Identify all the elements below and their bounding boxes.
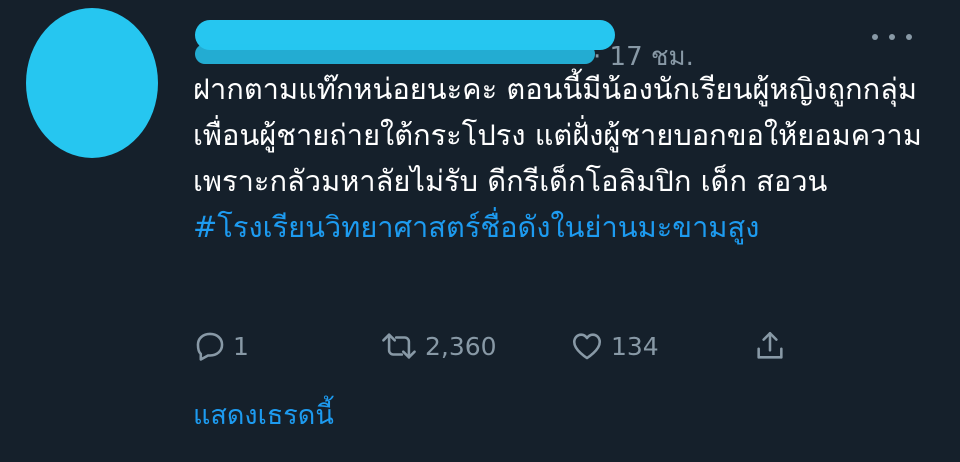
avatar-redacted[interactable] <box>26 8 158 158</box>
retweet-count: 2,360 <box>425 331 497 361</box>
retweet-button[interactable]: 2,360 <box>379 326 497 366</box>
tweet-body: ฝากตามแท๊กหน่อยนะคะ ตอนนี้มีน้องนักเรียน… <box>193 72 922 198</box>
share-button[interactable] <box>753 326 787 366</box>
like-button[interactable]: 134 <box>569 326 659 366</box>
more-icon[interactable] <box>872 30 912 44</box>
like-count: 134 <box>611 331 659 361</box>
hashtag-link[interactable]: #โรงเรียนวิทยาศาสตร์ชื่อดังในย่านมะขามสู… <box>193 210 759 244</box>
tweet-header: · 17 ชม. <box>195 20 755 72</box>
retweet-icon <box>379 329 419 363</box>
show-thread-link[interactable]: แสดงเธรดนี้ <box>193 393 334 436</box>
share-icon <box>753 329 787 363</box>
handle-redacted <box>195 44 595 64</box>
tweet-text: ฝากตามแท๊กหน่อยนะคะ ตอนนี้มีน้องนักเรียน… <box>193 66 933 250</box>
like-icon <box>569 329 605 363</box>
reply-icon <box>193 329 227 363</box>
tweet-actions: 1 2,360 134 <box>193 326 813 366</box>
reply-count: 1 <box>233 331 249 361</box>
reply-button[interactable]: 1 <box>193 326 249 366</box>
tweet-card[interactable]: · 17 ชม. ฝากตามแท๊กหน่อยนะคะ ตอนนี้มีน้อ… <box>0 0 960 462</box>
